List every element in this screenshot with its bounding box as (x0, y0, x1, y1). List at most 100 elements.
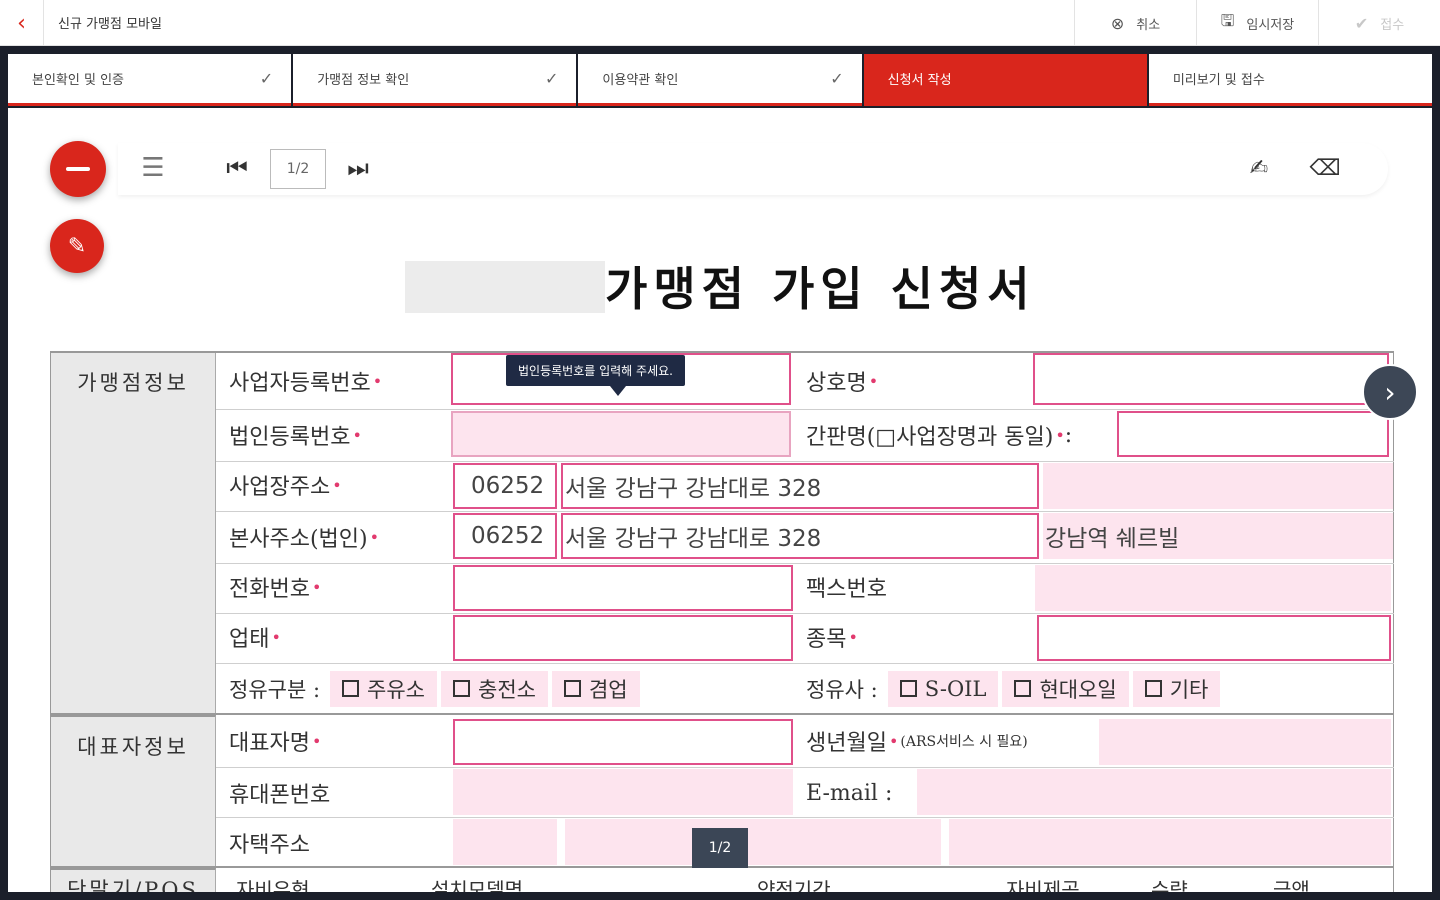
signboard-label: 간판명(□사업장명과 동일) •: (806, 422, 1073, 451)
home-addr2-input[interactable] (949, 819, 1391, 865)
biz-reg-no-label: 사업자등록번호 • (229, 371, 383, 396)
document-viewer: ☰ ⏮ 1/2 ⏭ ✍ ⌫ ✎ 가맹점 가입 신청서 법인등록번호를 입력해 주… (8, 108, 1432, 892)
fax-input[interactable] (1035, 565, 1391, 611)
rep-name-label: 대표자명 • (229, 731, 322, 756)
temp-save-label: 임시저장 (1246, 17, 1295, 33)
refiner-other[interactable]: 기타 (1132, 671, 1221, 707)
terminal-header-6: 금액 (1273, 877, 1310, 893)
biz-zip-input[interactable]: 06252 (453, 463, 557, 509)
refiner-hyundai[interactable]: 현대오일 (1002, 671, 1129, 707)
rep-name-input[interactable] (453, 719, 793, 765)
refiner-label: 정유사 : (806, 678, 878, 702)
home-addr1-input[interactable] (565, 819, 941, 865)
step-merchant-info[interactable]: 가맹점 정보 확인 ✓ (293, 54, 577, 106)
hq-addr1-input[interactable]: 서울 강남구 강남대로 328 (561, 513, 1039, 559)
check-icon: ✓ (545, 69, 559, 88)
fax-label: 팩스번호 (806, 577, 887, 602)
checkbox[interactable] (1014, 679, 1032, 697)
hq-addr2-input[interactable]: 강남역 쉐르빌 (1043, 513, 1393, 559)
hq-address-label: 본사주소(법인) • (229, 527, 380, 552)
birth-input[interactable] (1099, 719, 1391, 765)
biz-type-input[interactable] (453, 615, 793, 661)
step-terms[interactable]: 이용약관 확인 ✓ (578, 54, 862, 106)
refiner-soil[interactable]: S-OIL (887, 671, 999, 707)
step-label: 가맹점 정보 확인 (317, 73, 410, 88)
birth-label: 생년월일 • (ARS서비스 시 필요) (806, 731, 1028, 756)
first-page-icon[interactable]: ⏮ (222, 153, 252, 183)
progress-stepper: 본인확인 및 인증 ✓ 가맹점 정보 확인 ✓ 이용약관 확인 ✓ 신청서 작성… (8, 54, 1433, 106)
last-page-icon[interactable]: ⏭ (343, 153, 373, 183)
temp-save-button[interactable]: 🖫 임시저장 (1196, 0, 1318, 46)
check-icon: ✓ (259, 69, 274, 88)
save-icon: 🖫 (1220, 10, 1235, 30)
phone-label: 전화번호 • (229, 577, 322, 602)
menu-icon[interactable]: ☰ (138, 153, 168, 183)
back-button[interactable]: ‹ (0, 0, 44, 46)
phone-input[interactable] (453, 565, 793, 611)
next-page-button[interactable]: › (1362, 364, 1418, 420)
biz-item-input[interactable] (1037, 615, 1391, 661)
biz-item-label: 종목 • (806, 627, 858, 652)
section-representative: 대표자정보 (51, 715, 216, 868)
step-label: 신청서 작성 (887, 73, 952, 88)
minus-icon (66, 167, 90, 171)
checkbox[interactable] (453, 679, 470, 697)
fuel-type-both[interactable]: 겸업 (551, 671, 640, 707)
collapse-button[interactable] (50, 141, 106, 197)
checkbox[interactable] (1144, 679, 1162, 697)
submit-button[interactable]: ✔ 접수 (1318, 0, 1440, 46)
corp-reg-no-input[interactable] (451, 411, 791, 457)
logo-placeholder (405, 261, 605, 313)
fuel-type-row: 정유구분 : 주유소 충전소 겸업 (229, 669, 644, 709)
trade-name-label: 상호명 • (806, 371, 879, 396)
eraser-icon[interactable]: ⌫ (1309, 153, 1340, 183)
biz-addr1-input[interactable]: 서울 강남구 강남대로 328 (561, 463, 1039, 509)
corp-reg-no-label: 법인등록번호 • (229, 425, 362, 450)
fuel-type-charging[interactable]: 충전소 (441, 671, 548, 707)
step-identity[interactable]: 본인확인 및 인증 ✓ (8, 54, 292, 106)
checkbox[interactable] (563, 679, 581, 697)
section-terminal: 단말기/POS (51, 868, 216, 892)
input-tooltip: 법인등록번호를 입력해 주세요. (506, 355, 685, 396)
mobile-input[interactable] (453, 769, 793, 815)
terminal-header-5: 수량 (1151, 877, 1188, 893)
section-merchant: 가맹점정보 (51, 353, 216, 715)
signboard-input[interactable] (1117, 411, 1389, 457)
checkbox[interactable] (342, 679, 360, 697)
cancel-button[interactable]: ⊗ 취소 (1074, 0, 1196, 46)
mobile-label: 휴대폰번호 (229, 783, 331, 808)
fuel-type-gas-station[interactable]: 주유소 (330, 671, 437, 707)
cancel-label: 취소 (1136, 17, 1161, 33)
home-zip-input[interactable] (453, 819, 557, 865)
step-application[interactable]: 신청서 작성 (863, 54, 1147, 106)
terminal-header-4: 자비제공 (1006, 877, 1080, 893)
submit-label: 접수 (1380, 17, 1405, 33)
terminal-header-3: 약정기간 (757, 877, 831, 893)
biz-address-label: 사업장주소 • (229, 475, 342, 500)
refiner-row: 정유사 : S-OIL 현대오일 기타 (806, 669, 1224, 709)
biz-addr2-input[interactable] (1043, 463, 1393, 509)
chevron-left-icon: ‹ (17, 10, 26, 36)
step-preview-submit[interactable]: 미리보기 및 접수 (1148, 54, 1433, 106)
cancel-circle-icon: ⊗ (1110, 13, 1125, 33)
terminal-header-2: 설치모델명 (431, 877, 523, 893)
email-input[interactable] (917, 769, 1391, 815)
page-indicator[interactable]: 1/2 (270, 149, 326, 189)
app-title: 신규 가맹점 모바일 (58, 17, 162, 32)
check-icon: ✓ (830, 69, 844, 88)
checkbox[interactable] (899, 679, 917, 697)
trade-name-input[interactable] (1033, 353, 1389, 405)
fuel-type-label: 정유구분 : (229, 678, 321, 702)
step-label: 미리보기 및 접수 (1172, 73, 1265, 88)
edit-button[interactable]: ✎ (50, 219, 104, 273)
chevron-right-icon: › (1384, 375, 1396, 409)
step-label: 본인확인 및 인증 (32, 73, 124, 88)
home-address-label: 자택주소 (229, 833, 310, 858)
top-bar: ‹ 신규 가맹점 모바일 ⊗ 취소 🖫 임시저장 ✔ 접수 (0, 0, 1440, 46)
biz-type-label: 업태 • (229, 627, 281, 652)
signature-icon[interactable]: ✍ (1244, 153, 1274, 183)
viewer-toolbar: ☰ ⏮ 1/2 ⏭ ✍ ⌫ (118, 143, 1388, 195)
terminal-header-1: 자비유형 (236, 877, 310, 893)
hq-zip-input[interactable]: 06252 (453, 513, 557, 559)
page-badge: 1/2 (692, 828, 748, 868)
